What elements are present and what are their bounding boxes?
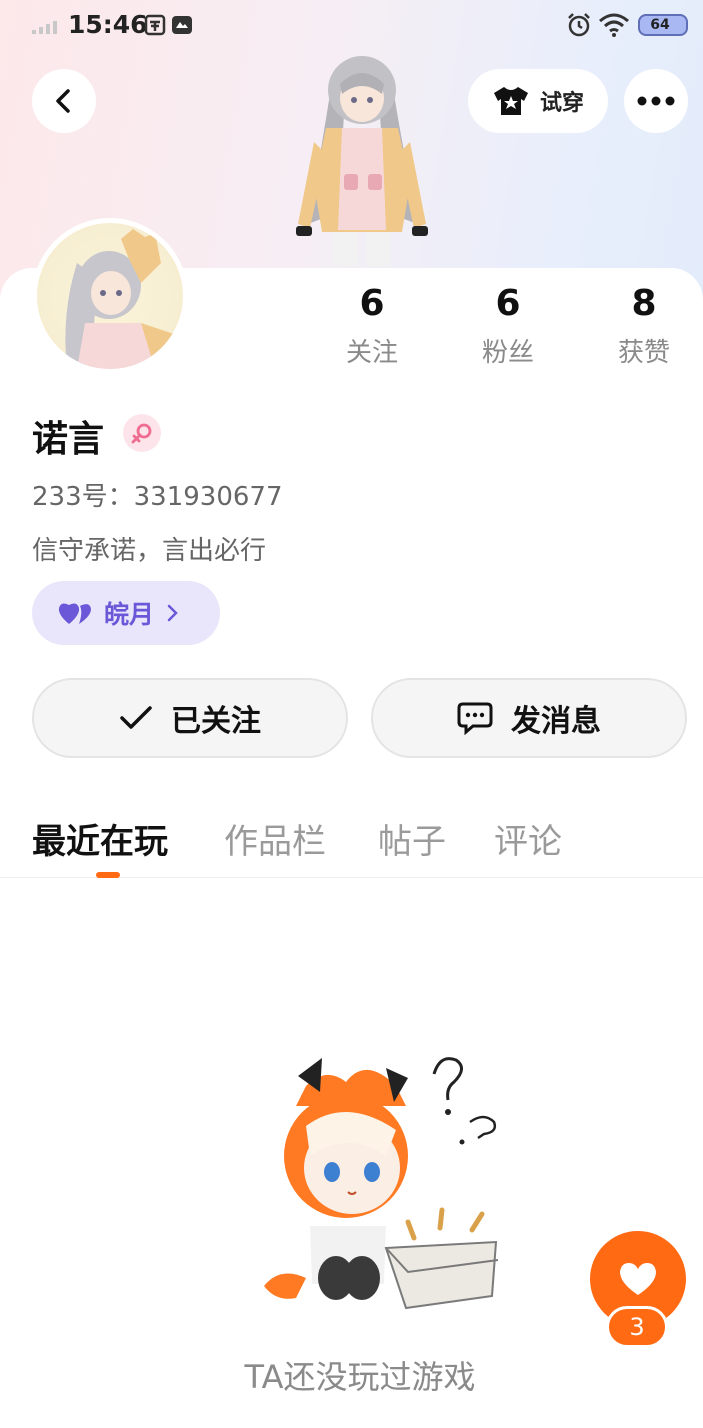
relationship-tag[interactable]: 皖月 <box>32 581 220 645</box>
battery-indicator: 64 <box>638 14 688 36</box>
more-dots-icon <box>637 96 675 106</box>
back-arrow-icon <box>56 89 70 113</box>
user-id: 233号：331930677 <box>32 482 283 512</box>
stat-following[interactable]: 6 关注 <box>322 282 422 369</box>
stat-likes[interactable]: 8 获赞 <box>594 282 694 369</box>
notification-icon <box>144 14 166 36</box>
tab-recently-played[interactable]: 最近在玩 <box>32 814 168 863</box>
chat-bubble-icon <box>457 702 493 735</box>
tab-works[interactable]: 作品栏 <box>224 814 326 863</box>
likes-count: 8 <box>631 283 657 324</box>
status-bar: 15:46 64 <box>0 0 703 52</box>
followers-label: 粉丝 <box>481 338 534 368</box>
following-label: 关注 <box>345 338 398 368</box>
tab-posts[interactable]: 帖子 <box>378 814 446 863</box>
wifi-icon <box>599 13 629 37</box>
likes-label: 获赞 <box>617 338 670 368</box>
following-count: 6 <box>359 283 385 324</box>
avatar-character-image <box>296 56 428 266</box>
status-time: 15:46 <box>68 10 148 39</box>
stat-followers[interactable]: 6 粉丝 <box>458 282 558 369</box>
double-heart-icon <box>58 603 91 624</box>
followed-label: 已关注 <box>171 704 261 739</box>
try-on-label: 试穿 <box>539 91 584 116</box>
followed-button[interactable]: 已关注 <box>32 678 348 758</box>
profile-tabs: 最近在玩 作品栏 帖子 评论 <box>0 806 703 878</box>
battery-level: 64 <box>650 17 670 33</box>
app-notification-icon <box>172 16 192 34</box>
tag-label: 皖月 <box>104 600 155 629</box>
alarm-icon <box>568 13 590 37</box>
chevron-right-icon <box>167 604 178 622</box>
followers-count: 6 <box>495 283 521 324</box>
heart-icon <box>620 1263 656 1295</box>
username: 诺言 <box>32 419 105 460</box>
signal-icon <box>32 21 57 34</box>
avatar[interactable] <box>32 218 188 374</box>
more-button[interactable] <box>624 69 688 133</box>
female-icon <box>123 414 161 452</box>
active-tab-indicator <box>96 872 120 878</box>
shirt-icon <box>493 87 528 115</box>
like-count-badge: 3 <box>606 1306 668 1348</box>
back-button[interactable] <box>32 69 96 133</box>
user-bio: 信守承诺，言出必行 <box>32 536 267 566</box>
empty-state-text: TA还没玩过游戏 <box>244 1358 476 1396</box>
send-message-button[interactable]: 发消息 <box>371 678 687 758</box>
tab-comments[interactable]: 评论 <box>494 814 562 863</box>
checkmark-icon <box>120 706 152 729</box>
send-message-label: 发消息 <box>511 704 601 739</box>
avatar-image <box>65 229 183 369</box>
try-on-button[interactable]: 试穿 <box>468 69 608 133</box>
empty-state-illustration <box>264 1057 499 1310</box>
